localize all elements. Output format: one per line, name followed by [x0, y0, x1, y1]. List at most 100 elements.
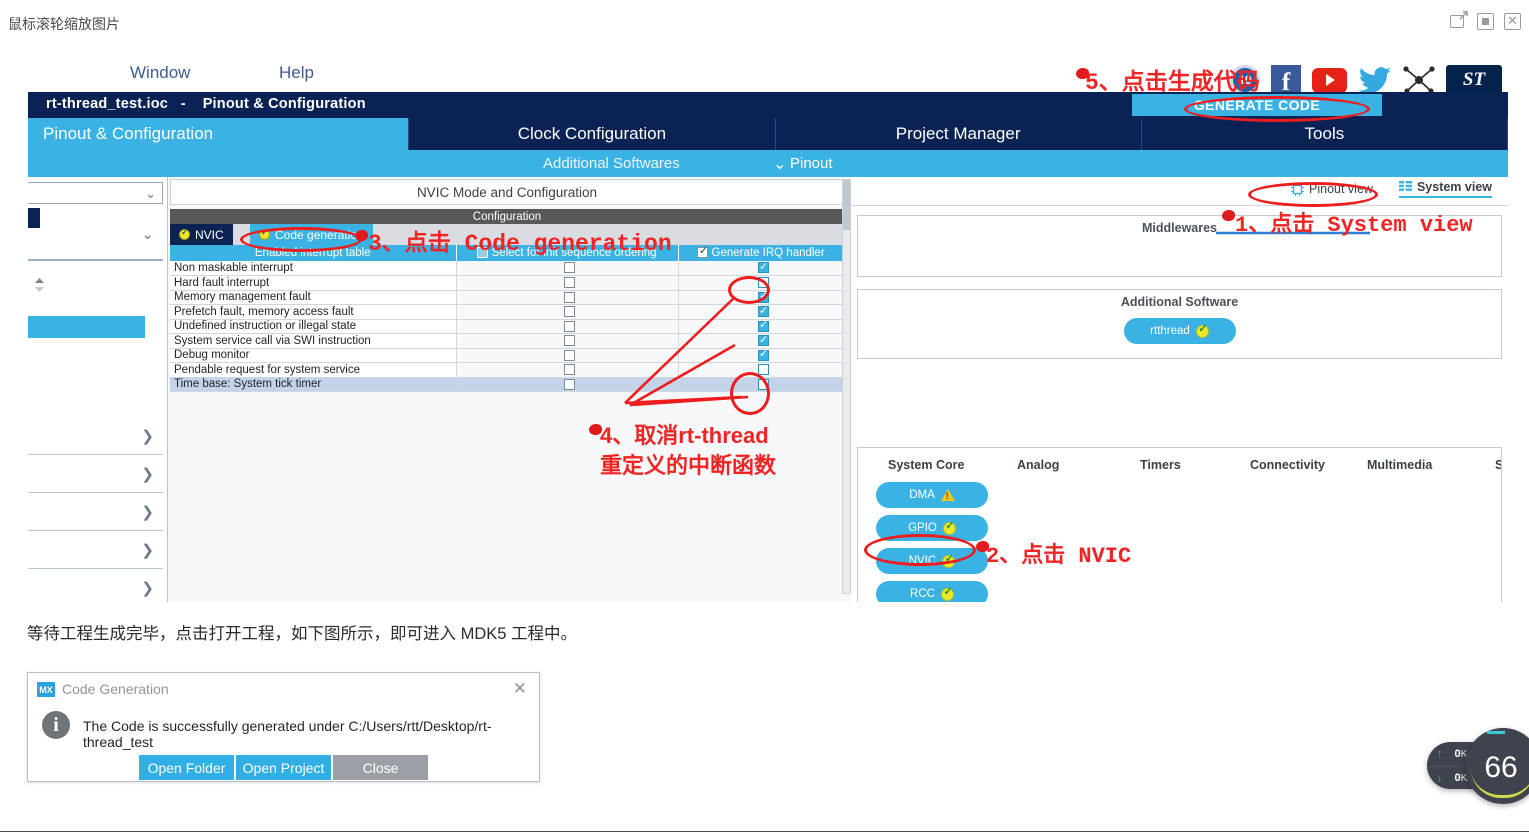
- init-sequence-cell[interactable]: [456, 377, 679, 392]
- chip-gpio[interactable]: GPIO: [876, 515, 988, 541]
- pinout-view-toggle[interactable]: Pinout view: [1291, 182, 1373, 196]
- irq-handler-checkbox[interactable]: [757, 304, 769, 318]
- chip-rcc[interactable]: RCC: [876, 581, 988, 602]
- tab-nvic[interactable]: NVIC: [170, 224, 233, 245]
- init-checkbox[interactable]: [563, 306, 575, 318]
- tab-tools[interactable]: Tools: [1142, 118, 1508, 150]
- irq-handler-checkbox[interactable]: [757, 347, 769, 361]
- category-timers[interactable]: Timers: [1140, 458, 1181, 472]
- init-checkbox[interactable]: [563, 320, 575, 332]
- irq-handler-cell[interactable]: [678, 289, 845, 305]
- chip-rtthread[interactable]: rtthread: [1123, 318, 1236, 344]
- init-checkbox[interactable]: [563, 262, 575, 274]
- irq-handler-checkbox[interactable]: [757, 277, 769, 289]
- column-generate-irq-handler[interactable]: Generate IRQ handler: [678, 244, 845, 261]
- pinout-button[interactable]: Pinout: [790, 155, 833, 172]
- chip-nvic[interactable]: NVIC: [876, 548, 988, 574]
- irq-handler-cell[interactable]: [678, 260, 845, 276]
- init-checkbox[interactable]: [563, 335, 575, 347]
- irq-handler-cell[interactable]: [678, 318, 845, 334]
- init-sequence-cell[interactable]: [456, 319, 679, 334]
- column-select-init-sequence[interactable]: Select for init sequence ordering: [456, 245, 679, 261]
- youtube-icon[interactable]: [1312, 67, 1347, 93]
- restore-icon[interactable]: [1477, 13, 1494, 30]
- sidebar-highlighted-item[interactable]: [28, 316, 145, 338]
- category-system-core[interactable]: System Core: [888, 458, 964, 472]
- irq-handler-checkbox[interactable]: [757, 333, 769, 347]
- open-folder-button[interactable]: Open Folder: [139, 755, 234, 780]
- sidebar-group-row[interactable]: ⌄: [28, 219, 163, 261]
- tab-pinout-configuration[interactable]: Pinout & Configuration: [28, 118, 410, 150]
- irq-handler-cell[interactable]: [678, 362, 845, 378]
- init-checkbox[interactable]: [563, 364, 575, 376]
- irq-handler-checkbox[interactable]: [757, 260, 769, 274]
- init-sequence-cell[interactable]: [456, 275, 679, 291]
- sidebar-row-3[interactable]: ❯: [28, 493, 163, 531]
- generate-code-button[interactable]: GENERATE CODE: [1132, 94, 1382, 116]
- category-analog[interactable]: Analog: [1017, 458, 1059, 472]
- chip-dma[interactable]: DMA: [876, 482, 988, 508]
- irq-handler-checkbox[interactable]: [757, 289, 769, 303]
- twitter-icon[interactable]: [1358, 66, 1392, 94]
- chevron-down-icon[interactable]: ⌄: [773, 154, 786, 174]
- header-checkbox-irq[interactable]: [697, 244, 709, 259]
- table-row[interactable]: Hard fault interrupt: [170, 275, 845, 291]
- header-checkbox-init[interactable]: [477, 247, 489, 259]
- init-checkbox[interactable]: [563, 378, 575, 390]
- irq-handler-cell[interactable]: [678, 377, 845, 392]
- system-view-toggle[interactable]: System view: [1398, 180, 1492, 198]
- sidebar-row-2[interactable]: ❯: [28, 455, 163, 493]
- center-scrollbar[interactable]: [842, 179, 851, 594]
- sidebar-row-5[interactable]: ❯: [28, 569, 163, 602]
- irq-handler-cell[interactable]: [678, 347, 845, 363]
- table-row[interactable]: Non maskable interrupt: [170, 260, 845, 276]
- close-icon[interactable]: ✕: [1504, 13, 1521, 30]
- irq-handler-cell[interactable]: [678, 304, 845, 320]
- init-checkbox[interactable]: [563, 291, 575, 303]
- scrollbar-thumb[interactable]: [843, 180, 850, 230]
- table-row[interactable]: Prefetch fault, memory access fault: [170, 304, 845, 320]
- facebook-icon[interactable]: f: [1271, 65, 1301, 95]
- init-checkbox[interactable]: [563, 277, 575, 289]
- init-checkbox[interactable]: [563, 349, 575, 361]
- anniversary-badge-icon[interactable]: 19: [1230, 65, 1260, 95]
- init-sequence-cell[interactable]: [456, 261, 679, 276]
- performance-gauge[interactable]: 66: [1465, 728, 1529, 804]
- close-icon[interactable]: ✕: [513, 679, 527, 699]
- sidebar-search-combo[interactable]: ⌄: [28, 182, 163, 204]
- irq-handler-checkbox[interactable]: [757, 378, 769, 390]
- open-project-button[interactable]: Open Project: [236, 755, 331, 780]
- project-section-name: Pinout & Configuration: [202, 96, 366, 112]
- init-sequence-cell[interactable]: [456, 304, 679, 320]
- table-row[interactable]: Time base: System tick timer: [170, 377, 845, 392]
- init-sequence-cell[interactable]: [456, 362, 679, 378]
- irq-handler-cell[interactable]: [678, 275, 845, 291]
- irq-handler-checkbox[interactable]: [757, 318, 769, 332]
- left-sidebar: ⌄ ⌄ ❯ ❯ ❯ ❯ ❯: [28, 177, 168, 602]
- category-connectivity[interactable]: Connectivity: [1250, 458, 1325, 472]
- init-sequence-cell[interactable]: [456, 348, 679, 363]
- table-row[interactable]: Undefined instruction or illegal state: [170, 318, 845, 334]
- sidebar-spinner-icon[interactable]: [33, 277, 46, 293]
- tab-code-generation[interactable]: Code generation: [250, 224, 373, 245]
- irq-handler-checkbox[interactable]: [757, 364, 769, 376]
- table-row[interactable]: Debug monitor: [170, 347, 845, 363]
- close-button[interactable]: Close: [333, 755, 428, 780]
- tab-clock-configuration[interactable]: Clock Configuration: [409, 118, 776, 150]
- table-row[interactable]: System service call via SWI instruction: [170, 333, 845, 349]
- menu-item-help[interactable]: Help: [279, 63, 314, 83]
- category-multimedia[interactable]: Multimedia: [1367, 458, 1432, 472]
- menu-item-window[interactable]: Window: [130, 63, 190, 83]
- external-link-icon[interactable]: [1450, 11, 1468, 30]
- init-sequence-cell[interactable]: [456, 333, 679, 349]
- init-sequence-cell[interactable]: [456, 290, 679, 305]
- sidebar-row-4[interactable]: ❯: [28, 531, 163, 569]
- category-security[interactable]: Sec: [1495, 458, 1501, 472]
- sidebar-row-1[interactable]: ❯: [28, 417, 163, 455]
- additional-softwares-button[interactable]: Additional Softwares: [543, 155, 680, 172]
- tab-project-manager[interactable]: Project Manager: [776, 118, 1142, 150]
- table-row[interactable]: Pendable request for system service: [170, 362, 845, 378]
- community-icon[interactable]: [1403, 65, 1435, 95]
- table-row[interactable]: Memory management fault: [170, 289, 845, 305]
- irq-handler-cell[interactable]: [678, 333, 845, 349]
